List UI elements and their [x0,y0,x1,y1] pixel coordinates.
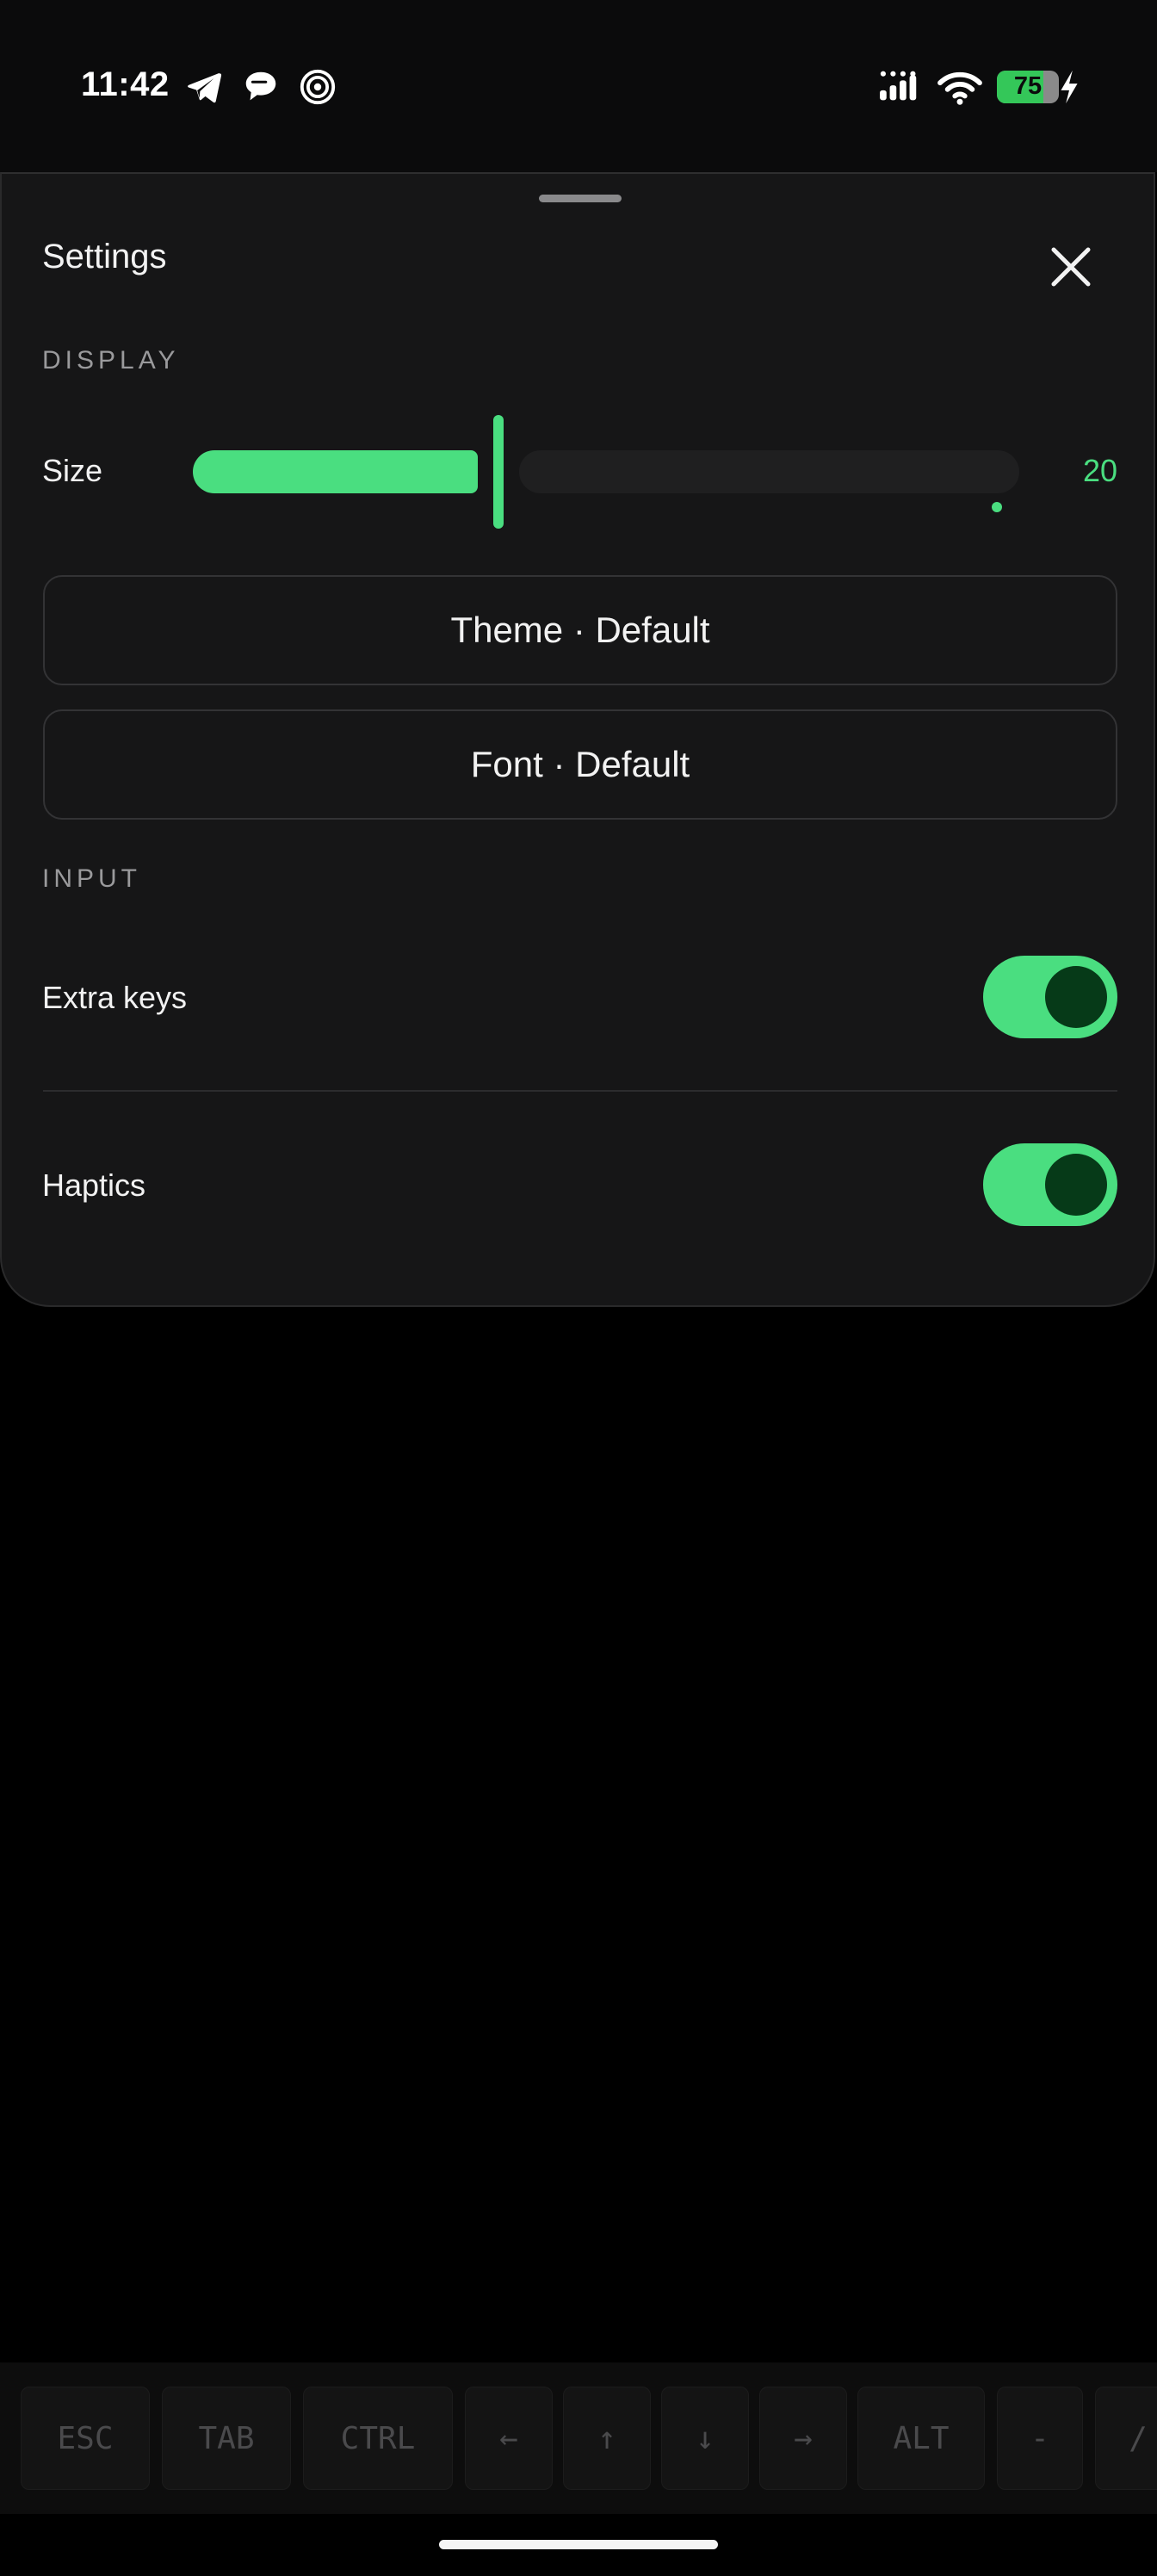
battery-icon: 75 [997,71,1059,103]
font-button[interactable]: Font · Default [43,709,1117,820]
haptics-toggle[interactable] [983,1143,1117,1226]
size-label: Size [42,453,103,488]
haptics-label: Haptics [42,1167,146,1203]
key-right-arrow[interactable]: → [759,2387,847,2490]
key-down-arrow[interactable]: ↓ [661,2387,749,2490]
key-left-arrow[interactable]: ← [465,2387,553,2490]
key-tab[interactable]: TAB [162,2387,291,2490]
size-slider[interactable] [193,415,1019,536]
slider-end-dot [992,502,1002,512]
slider-thumb[interactable] [493,415,504,529]
target-icon [300,69,336,105]
key-dash[interactable]: - [997,2387,1083,2490]
extra-keys-bar: ESC TAB CTRL ← ↑ ↓ → ALT - / [0,2362,1157,2514]
key-ctrl[interactable]: CTRL [303,2387,453,2490]
key-slash[interactable]: / [1095,2387,1157,2490]
battery-percent: 75 [1013,72,1043,100]
extra-keys-label: Extra keys [42,980,188,1015]
charging-bolt-icon [1061,70,1078,104]
key-esc[interactable]: ESC [21,2387,150,2490]
theme-button[interactable]: Theme · Default [43,575,1117,685]
close-icon [1051,247,1091,287]
toggle-knob [1045,1154,1107,1216]
telegram-icon [188,72,222,103]
status-bar: 11:42 75 [0,0,1157,172]
close-button[interactable] [1035,231,1107,303]
section-label-display: DISPLAY [42,346,180,375]
row-divider [43,1090,1117,1092]
settings-sheet: Settings DISPLAY Size 20 Theme · Default… [0,172,1155,1307]
size-value: 20 [1082,453,1117,488]
extra-keys-toggle[interactable] [983,956,1117,1038]
status-time: 11:42 [81,65,170,103]
key-alt[interactable]: ALT [857,2387,985,2490]
section-label-input: INPUT [42,864,141,893]
slider-fill [193,450,478,493]
chat-bubble-icon [245,71,276,101]
slider-track [519,450,1019,512]
wifi-icon [937,71,982,105]
key-up-arrow[interactable]: ↑ [563,2387,651,2490]
signal-icon [880,71,917,101]
toggle-knob [1045,966,1107,1028]
sheet-drag-handle[interactable] [539,195,622,202]
home-indicator [439,2540,718,2549]
sheet-title: Settings [42,238,167,276]
